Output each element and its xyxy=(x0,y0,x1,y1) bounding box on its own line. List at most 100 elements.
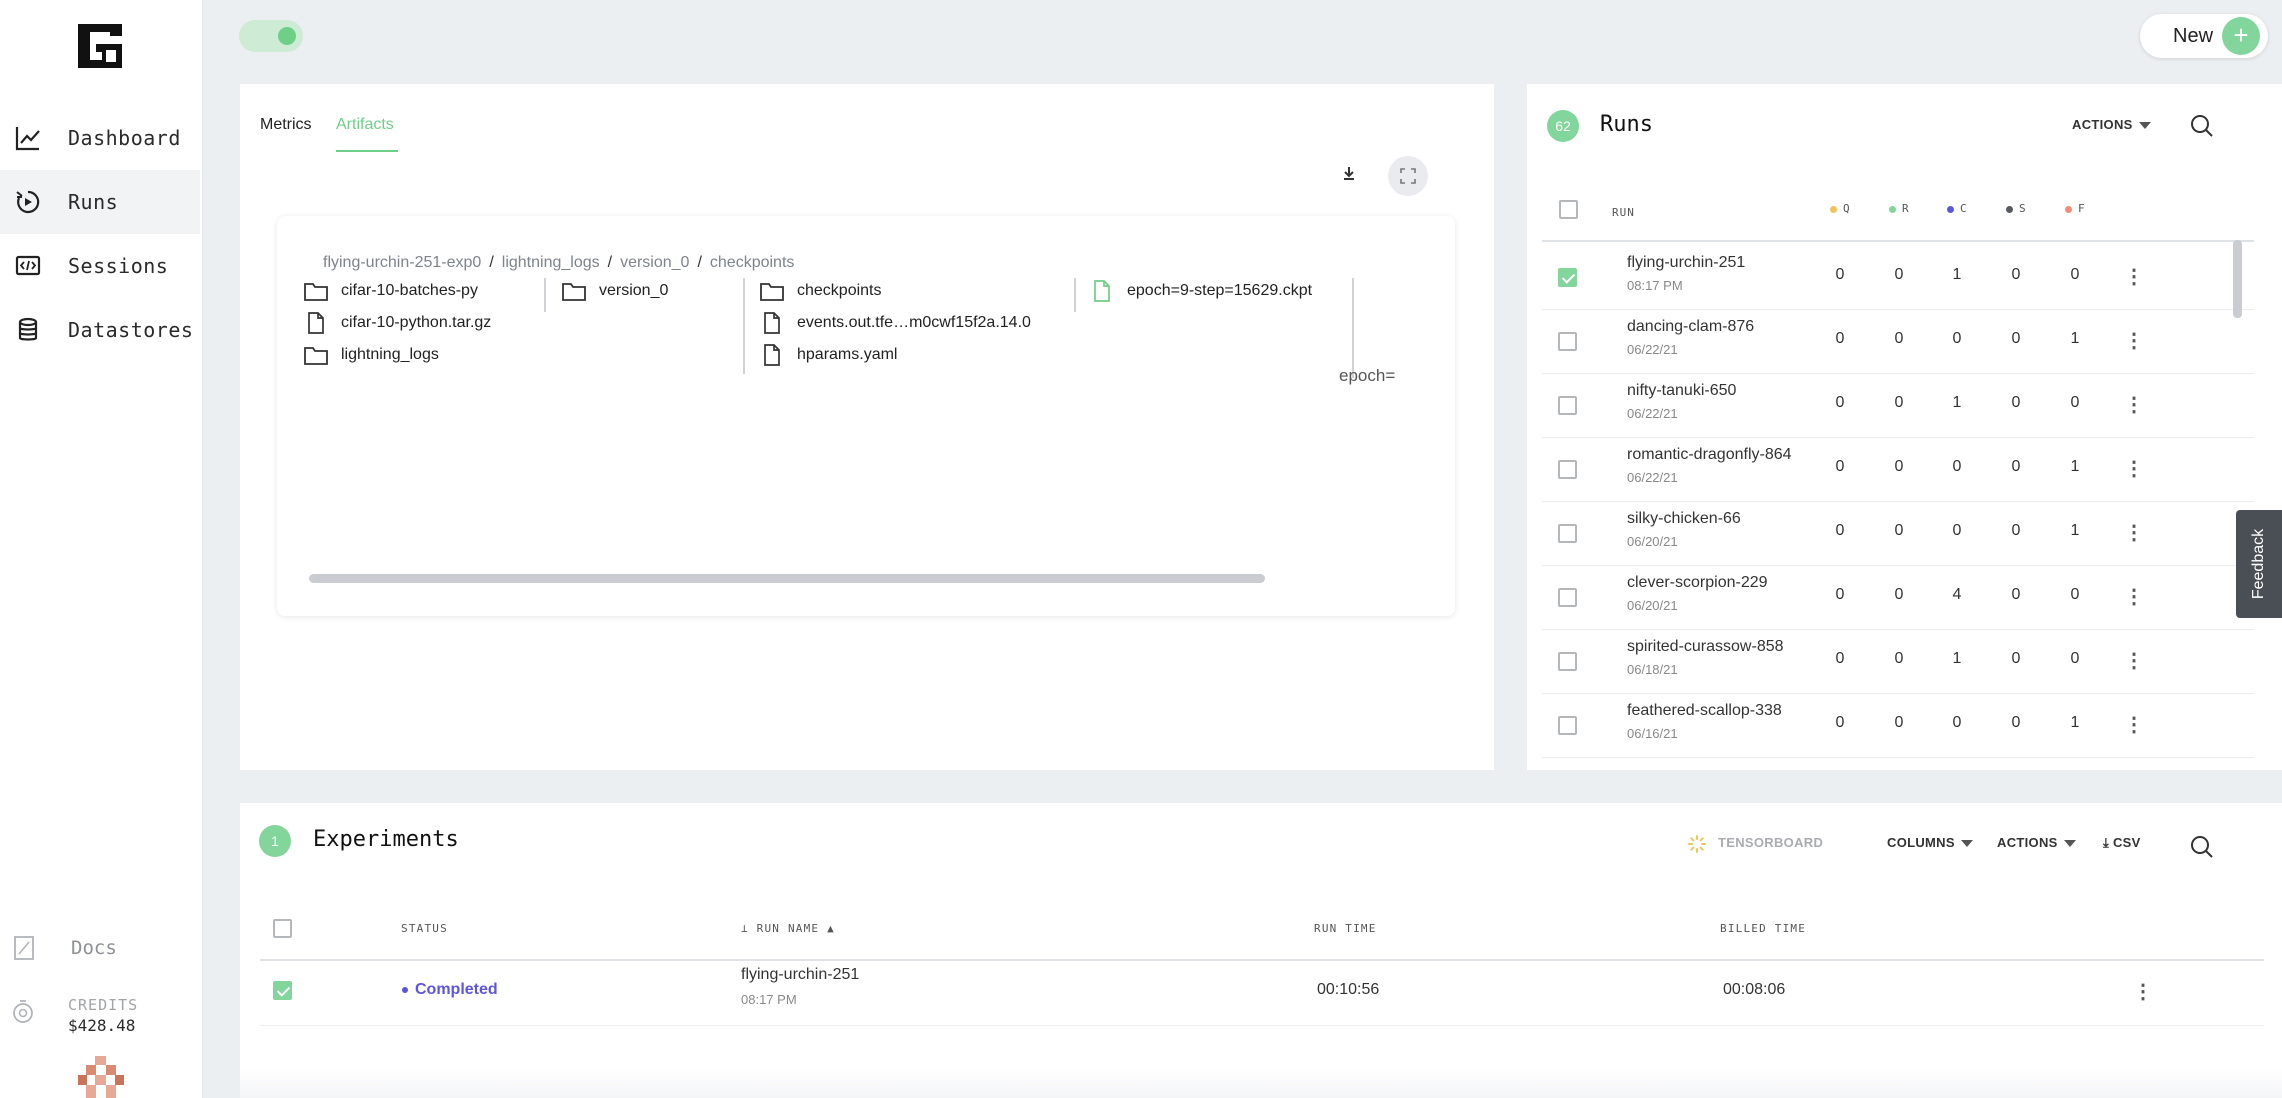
breadcrumb-item[interactable]: lightning_logs xyxy=(502,254,600,271)
row-menu-icon[interactable] xyxy=(2124,456,2140,482)
avatar[interactable] xyxy=(78,1054,124,1098)
run-name[interactable]: flying-urchin-251 xyxy=(1627,254,1745,272)
row-menu-icon[interactable] xyxy=(2124,264,2140,290)
feedback-button[interactable]: Feedback xyxy=(2236,510,2282,618)
column-header-failed[interactable]: F xyxy=(2065,202,2086,215)
run-name[interactable]: clever-scorpion-229 xyxy=(1627,574,1768,592)
status-count: 0 xyxy=(1952,458,1962,475)
table-row[interactable]: romantic-dragonfly-864 06/22/21 0 0 0 0 1 xyxy=(1542,438,2254,502)
horizontal-scrollbar[interactable] xyxy=(309,574,1265,583)
sidebar-item-datastores[interactable]: Datastores xyxy=(0,298,200,362)
row-checkbox[interactable] xyxy=(1558,652,1577,671)
sidebar-item-label: Datastores xyxy=(68,318,194,342)
run-name[interactable]: flying-urchin-251 xyxy=(741,966,859,984)
breadcrumb-item[interactable]: version_0 xyxy=(620,254,689,271)
row-checkbox[interactable] xyxy=(1558,716,1577,735)
folder-icon xyxy=(561,280,587,302)
breadcrumb-item[interactable]: checkpoints xyxy=(710,254,795,271)
breadcrumb-item[interactable]: flying-urchin-251-exp0 xyxy=(323,254,481,271)
status-count: 0 xyxy=(2070,266,2080,283)
new-button-label: New xyxy=(2173,24,2214,47)
experiments-count-badge: 1 xyxy=(259,825,291,857)
row-checkbox[interactable] xyxy=(1558,332,1577,351)
column-header-stopped[interactable]: S xyxy=(2006,202,2027,215)
table-row[interactable]: spirited-curassow-858 06/18/21 0 0 1 0 0 xyxy=(1542,630,2254,694)
status-badge: Completed xyxy=(402,981,498,999)
tab-metrics[interactable]: Metrics xyxy=(260,116,312,134)
file-entry[interactable]: epoch=9-step=15629.ckpt xyxy=(1089,280,1312,302)
theme-toggle[interactable] xyxy=(239,20,303,52)
row-menu-icon[interactable] xyxy=(2133,979,2149,1005)
table-row[interactable]: nifty-tanuki-650 06/22/21 0 0 1 0 0 xyxy=(1542,374,2254,438)
vertical-scrollbar[interactable] xyxy=(2233,240,2242,318)
new-button[interactable]: New + xyxy=(2140,14,2268,58)
columns-menu[interactable]: COLUMNS xyxy=(1887,835,1973,850)
row-checkbox[interactable] xyxy=(1558,524,1577,543)
run-name[interactable]: nifty-tanuki-650 xyxy=(1627,382,1736,400)
select-all-checkbox[interactable] xyxy=(273,919,292,938)
row-menu-icon[interactable] xyxy=(2124,520,2140,546)
search-icon[interactable] xyxy=(2189,113,2215,139)
folder-entry[interactable]: lightning_logs xyxy=(303,344,439,366)
run-name[interactable]: spirited-curassow-858 xyxy=(1627,638,1784,656)
csv-export-button[interactable]: ⤓ CSV xyxy=(2103,835,2141,851)
run-time: 00:10:56 xyxy=(1317,981,1380,998)
column-header-run-name[interactable]: ⊥ RUN NAME ▲ xyxy=(741,922,835,935)
sidebar-item-runs[interactable]: Runs xyxy=(0,170,200,234)
table-row[interactable]: silky-chicken-66 06/20/21 0 0 0 0 1 xyxy=(1542,502,2254,566)
status-dot xyxy=(1889,205,1896,213)
tensorboard-button[interactable]: TENSORBOARD xyxy=(1718,835,1823,850)
download-icon[interactable] xyxy=(1338,162,1360,184)
run-name[interactable]: feathered-scallop-338 xyxy=(1627,702,1782,720)
file-browser: flying-urchin-251-exp0 / lightning_logs / ve… xyxy=(277,216,1455,616)
run-date: 06/22/21 xyxy=(1627,342,1678,357)
column-header-billed-time[interactable]: BILLED TIME xyxy=(1720,922,1806,935)
file-entry[interactable]: hparams.yaml xyxy=(759,344,897,366)
status-count: 0 xyxy=(1835,266,1845,283)
select-all-checkbox[interactable] xyxy=(1559,200,1578,219)
column-header-completed[interactable]: C xyxy=(1947,202,1968,215)
table-row[interactable]: dancing-clam-876 06/22/21 0 0 0 0 1 xyxy=(1542,310,2254,374)
column-header-running[interactable]: R xyxy=(1889,202,1910,215)
column-header-run-time[interactable]: RUN TIME xyxy=(1314,922,1377,935)
status-count: 0 xyxy=(2011,650,2021,667)
row-menu-icon[interactable] xyxy=(2124,584,2140,610)
runs-title: Runs xyxy=(1600,112,1653,137)
folder-entry[interactable]: version_0 xyxy=(561,280,668,302)
sidebar: Dashboard Runs Sessions Datastores Docs xyxy=(0,0,203,1098)
runs-actions-menu[interactable]: ACTIONS xyxy=(2072,117,2151,132)
status-count: 0 xyxy=(1835,330,1845,347)
run-name[interactable]: dancing-clam-876 xyxy=(1627,318,1754,336)
tab-artifacts[interactable]: Artifacts xyxy=(336,116,394,134)
table-row[interactable]: feathered-scallop-338 06/16/21 0 0 0 0 1 xyxy=(1542,694,2254,758)
sidebar-item-dashboard[interactable]: Dashboard xyxy=(0,106,200,170)
row-checkbox[interactable] xyxy=(1558,460,1577,479)
row-menu-icon[interactable] xyxy=(2124,392,2140,418)
column-header-queued[interactable]: Q xyxy=(1830,202,1851,215)
column-header-status[interactable]: STATUS xyxy=(401,922,448,935)
file-entry[interactable]: events.out.tfe…m0cwf15f2a.14.0 xyxy=(759,312,1031,334)
sidebar-item-docs[interactable]: Docs xyxy=(0,928,200,968)
sidebar-item-sessions[interactable]: Sessions xyxy=(0,234,200,298)
file-name: version_0 xyxy=(599,282,669,299)
folder-entry[interactable]: checkpoints xyxy=(759,280,882,302)
status-count: 0 xyxy=(2070,650,2080,667)
row-checkbox[interactable] xyxy=(1558,268,1577,287)
run-name[interactable]: romantic-dragonfly-864 xyxy=(1627,446,1792,464)
row-checkbox[interactable] xyxy=(1558,396,1577,415)
row-checkbox[interactable] xyxy=(1558,588,1577,607)
gradient-logo-icon[interactable] xyxy=(74,20,126,72)
file-entry[interactable]: cifar-10-python.tar.gz xyxy=(303,312,491,334)
row-menu-icon[interactable] xyxy=(2124,328,2140,354)
row-menu-icon[interactable] xyxy=(2124,712,2140,738)
row-menu-icon[interactable] xyxy=(2124,648,2140,674)
fullscreen-button[interactable] xyxy=(1388,156,1428,196)
table-row[interactable]: clever-scorpion-229 06/20/21 0 0 4 0 0 xyxy=(1542,566,2254,630)
run-name[interactable]: silky-chicken-66 xyxy=(1627,510,1741,528)
row-checkbox[interactable] xyxy=(273,981,292,1000)
search-icon[interactable] xyxy=(2189,834,2215,860)
table-row[interactable]: flying-urchin-251 08:17 PM 0 0 1 0 0 xyxy=(1542,246,2254,310)
experiments-actions-menu[interactable]: ACTIONS xyxy=(1997,835,2076,850)
file-icon xyxy=(759,344,785,366)
folder-entry[interactable]: cifar-10-batches-py xyxy=(303,280,478,302)
